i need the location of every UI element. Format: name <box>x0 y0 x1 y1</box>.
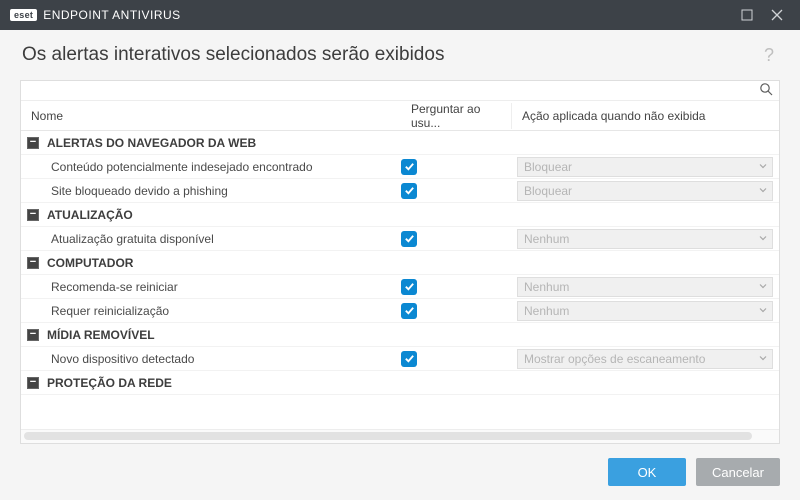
page-title: Os alertas interativos selecionados serã… <box>22 44 760 66</box>
group-row: −MÍDIA REMOVÍVEL <box>21 323 779 347</box>
close-icon <box>771 9 783 21</box>
collapse-toggle[interactable]: − <box>27 257 39 269</box>
action-select[interactable]: Nenhum <box>517 277 773 297</box>
page-header: Os alertas interativos selecionados serã… <box>0 30 800 76</box>
action-value: Bloquear <box>524 184 572 198</box>
dialog-footer: OK Cancelar <box>0 444 800 500</box>
minimize-icon <box>741 9 753 21</box>
action-select[interactable]: Nenhum <box>517 229 773 249</box>
group-label: ATUALIZAÇÃO <box>47 208 133 222</box>
titlebar: eset ENDPOINT ANTIVIRUS <box>0 0 800 30</box>
horizontal-scrollbar[interactable] <box>21 429 779 443</box>
ok-button[interactable]: OK <box>608 458 686 486</box>
col-header-action[interactable]: Ação aplicada quando não exibida <box>511 103 769 129</box>
ask-checkbox[interactable] <box>401 303 417 319</box>
table-row: Requer reinicialização Nenhum <box>21 299 779 323</box>
ask-checkbox[interactable] <box>401 279 417 295</box>
ask-checkbox[interactable] <box>401 183 417 199</box>
ask-checkbox[interactable] <box>401 159 417 175</box>
group-row: −ATUALIZAÇÃO <box>21 203 779 227</box>
action-select[interactable]: Nenhum <box>517 301 773 321</box>
collapse-toggle[interactable]: − <box>27 377 39 389</box>
action-select[interactable]: Bloquear <box>517 157 773 177</box>
collapse-toggle[interactable]: − <box>27 209 39 221</box>
group-row: −PROTEÇÃO DA REDE <box>21 371 779 395</box>
collapse-toggle[interactable]: − <box>27 137 39 149</box>
item-label: Site bloqueado devido a phishing <box>51 184 228 198</box>
search-strip <box>21 81 779 101</box>
item-label: Requer reinicialização <box>51 304 169 318</box>
group-label: ALERTAS DO NAVEGADOR DA WEB <box>47 136 256 150</box>
table-row: Novo dispositivo detectado Mostrar opções… <box>21 347 779 371</box>
alerts-table: Nome Perguntar ao usu... Ação aplicada q… <box>20 80 780 444</box>
ask-checkbox[interactable] <box>401 351 417 367</box>
col-header-ask[interactable]: Perguntar ao usu... <box>401 96 511 136</box>
minimize-button[interactable] <box>732 0 762 30</box>
close-button[interactable] <box>762 0 792 30</box>
chevron-down-icon <box>758 160 768 174</box>
chevron-down-icon <box>758 232 768 246</box>
chevron-down-icon <box>758 184 768 198</box>
table-header: Nome Perguntar ao usu... Ação aplicada q… <box>21 101 779 131</box>
item-label: Recomenda-se reiniciar <box>51 280 178 294</box>
search-icon <box>759 82 773 96</box>
table-row: Recomenda-se reiniciar Nenhum <box>21 275 779 299</box>
collapse-toggle[interactable]: − <box>27 329 39 341</box>
group-label: COMPUTADOR <box>47 256 133 270</box>
item-label: Conteúdo potencialmente indesejado encon… <box>51 160 313 174</box>
group-label: PROTEÇÃO DA REDE <box>47 376 172 390</box>
action-value: Nenhum <box>524 232 569 246</box>
table-row: Conteúdo potencialmente indesejado encon… <box>21 155 779 179</box>
action-select[interactable]: Bloquear <box>517 181 773 201</box>
table-row: Atualização gratuita disponível Nenhum <box>21 227 779 251</box>
chevron-down-icon <box>758 304 768 318</box>
brand-badge: eset <box>10 9 37 21</box>
table-row: Site bloqueado devido a phishing Bloquear <box>21 179 779 203</box>
action-value: Nenhum <box>524 304 569 318</box>
group-label: MÍDIA REMOVÍVEL <box>47 328 155 342</box>
action-value: Nenhum <box>524 280 569 294</box>
table-body[interactable]: −ALERTAS DO NAVEGADOR DA WEBConteúdo pot… <box>21 131 779 429</box>
action-value: Bloquear <box>524 160 572 174</box>
chevron-down-icon <box>758 352 768 366</box>
horizontal-scrollbar-thumb[interactable] <box>24 432 752 440</box>
group-row: −COMPUTADOR <box>21 251 779 275</box>
chevron-down-icon <box>758 280 768 294</box>
help-button[interactable]: ? <box>760 45 778 66</box>
item-label: Atualização gratuita disponível <box>51 232 214 246</box>
ask-checkbox[interactable] <box>401 231 417 247</box>
col-header-name[interactable]: Nome <box>21 103 401 129</box>
action-value: Mostrar opções de escaneamento <box>524 352 705 366</box>
cancel-button[interactable]: Cancelar <box>696 458 780 486</box>
group-row: −ALERTAS DO NAVEGADOR DA WEB <box>21 131 779 155</box>
search-button[interactable] <box>757 80 775 101</box>
product-name: ENDPOINT ANTIVIRUS <box>43 8 180 22</box>
action-select[interactable]: Mostrar opções de escaneamento <box>517 349 773 369</box>
item-label: Novo dispositivo detectado <box>51 352 194 366</box>
